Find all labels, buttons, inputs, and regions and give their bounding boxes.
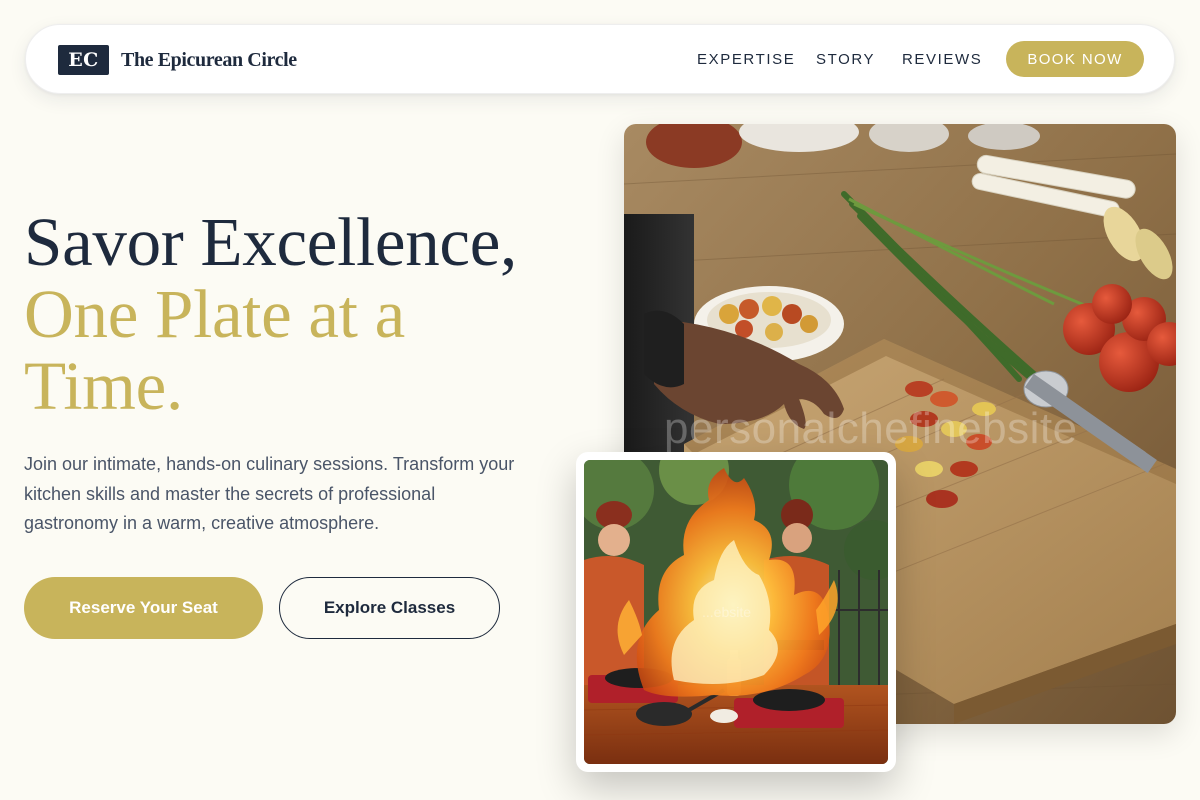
book-now-button[interactable]: BOOK NOW bbox=[1006, 41, 1144, 77]
hero-inset-card: ...ebsite bbox=[576, 452, 896, 772]
inset-image-watermark: ...ebsite bbox=[702, 604, 752, 620]
brand-name[interactable]: The Epicurean Circle bbox=[121, 47, 297, 73]
hero-title-line: Savor Excellence, bbox=[24, 204, 517, 280]
navbar: EC The Epicurean Circle EXPERTISE STORY … bbox=[25, 24, 1175, 94]
hero-title: Savor Excellence, One Plate at a Time. bbox=[24, 206, 604, 422]
logo-badge[interactable]: EC bbox=[58, 45, 109, 75]
flambe-image: ...ebsite bbox=[584, 460, 888, 764]
hero-title-accent: One Plate at a Time. bbox=[24, 276, 405, 424]
explore-classes-button[interactable]: Explore Classes bbox=[279, 577, 500, 639]
nav-link-reviews[interactable]: REVIEWS bbox=[902, 51, 982, 69]
reserve-seat-button[interactable]: Reserve Your Seat bbox=[24, 577, 263, 639]
nav-link-expertise[interactable]: EXPERTISE bbox=[697, 51, 795, 69]
hero-description: Join our intimate, hands-on culinary ses… bbox=[24, 454, 515, 533]
image-watermark: personalchefinebsite bbox=[664, 404, 1078, 453]
nav-link-story[interactable]: STORY bbox=[816, 51, 875, 69]
